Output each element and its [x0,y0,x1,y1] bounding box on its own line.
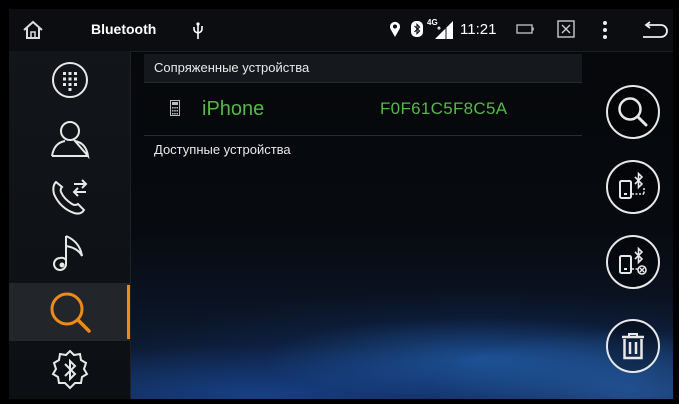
phone-disconnect-icon [619,246,647,275]
back-icon[interactable] [641,21,669,39]
connect-device-button[interactable] [606,160,660,214]
call-transfer-icon [51,179,87,215]
paired-devices-header: Сопряженные устройства [144,54,582,83]
search-icon [618,97,648,127]
available-devices-header: Доступные устройства [154,142,291,157]
clock: 11:21 [460,21,497,38]
signal-icon: 4G [427,18,453,39]
sidebar [9,51,131,399]
device-list: Сопряженные устройства iPhone F0F61C5F8C… [144,54,582,164]
sidebar-item-music[interactable] [9,225,130,283]
disconnect-device-button[interactable] [606,235,660,289]
sidebar-item-call-log[interactable] [9,167,130,225]
sidebar-item-dialpad[interactable] [9,51,130,109]
search-devices-button[interactable] [606,85,660,139]
search-icon [50,292,91,333]
app-title: Bluetooth [91,21,157,37]
music-note-icon [52,235,83,271]
device-name: iPhone [202,98,265,120]
usb-icon [193,22,203,39]
sidebar-item-search[interactable] [9,283,130,341]
trash-icon [622,333,644,360]
delete-device-button[interactable] [606,319,660,373]
dialpad-icon [51,62,88,98]
location-icon [390,21,400,37]
battery-icon [516,24,534,34]
phone-connect-icon [619,171,645,199]
bluetooth-gear-icon [51,349,88,390]
home-icon[interactable] [21,18,45,42]
more-vert-icon[interactable] [602,20,608,40]
bluetooth-icon [411,21,423,37]
contact-icon [50,121,90,160]
device-row[interactable]: iPhone F0F61C5F8C5A [144,83,582,136]
phone-icon [170,100,180,116]
screenshot-icon[interactable] [557,20,575,38]
device-mac-address: F0F61C5F8C5A [380,99,508,118]
sidebar-item-bluetooth-settings[interactable] [9,341,130,399]
status-bar: Bluetooth 4G 11:21 [9,9,673,52]
sidebar-item-contacts[interactable] [9,109,130,167]
bluetooth-screen: Bluetooth 4G 11:21 Сопряженные устройств… [9,9,673,399]
